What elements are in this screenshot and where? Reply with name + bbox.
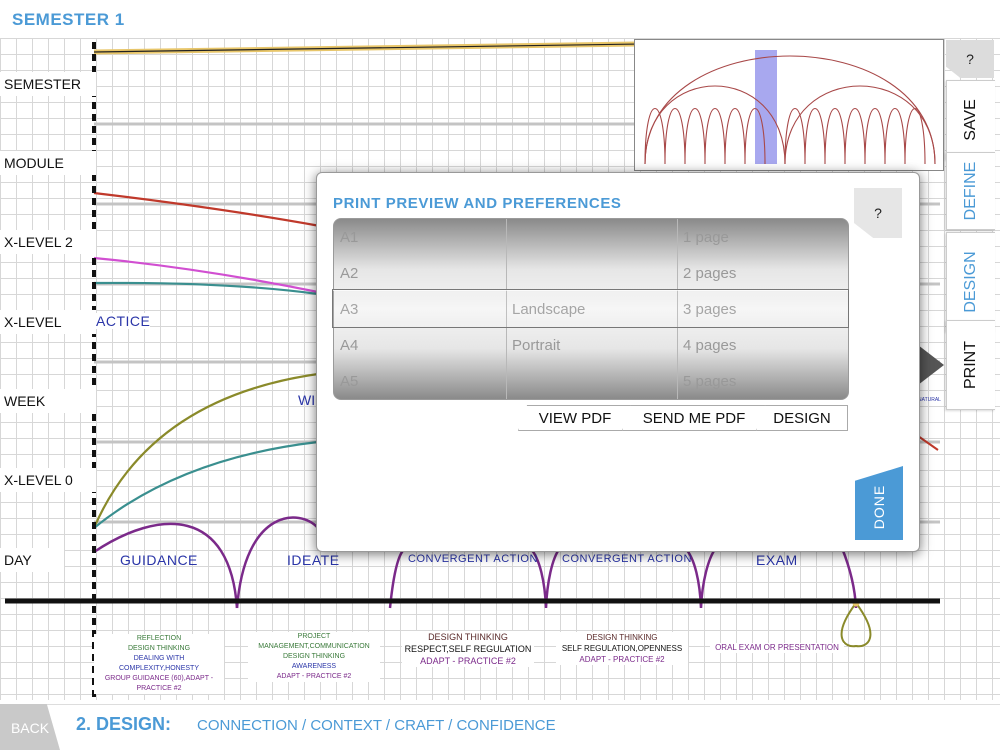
level-label-day: DAY [0,548,64,572]
phase-label: CONVERGENT ACTION [408,553,538,565]
picker-option[interactable]: 4 pages [683,337,736,354]
design-button[interactable]: DESIGN [756,405,848,431]
send-pdf-button[interactable]: SEND ME PDF [622,405,766,431]
page-title: SEMESTER 1 [12,10,125,29]
picker-option[interactable]: Portrait [512,337,560,354]
level-label-module: MODULE [0,151,96,175]
header-bar [0,0,1000,39]
phase-label: CONVERGENT ACTION [562,553,692,565]
module-curve [93,191,321,228]
phase-label: GUIDANCE [120,552,198,568]
practice-label: ACTICE [96,313,151,329]
phase-label: IDEATE [287,552,340,568]
picker-option[interactable]: A5 [340,373,358,390]
phase-note: REFLECTION DESIGN THINKING DEALING WITH … [94,634,224,694]
view-pdf-button[interactable]: VIEW PDF [518,405,632,431]
level-label-week: WEEK [0,389,96,413]
tab-save[interactable]: SAVE [946,80,995,160]
minimap-curves [644,50,936,165]
level-label-xlevel2: X-LEVEL 2 [0,230,96,254]
week-label: WI [298,392,316,408]
natural-label: NATURAL [918,397,941,403]
picker-option[interactable]: A2 [340,265,358,282]
level-label-semester: SEMESTER [0,72,96,96]
level-label-xlevel0: X-LEVEL 0 [0,468,96,492]
picker-option[interactable]: 2 pages [683,265,736,282]
picker-option[interactable]: A4 [340,337,358,354]
minimap-viewport [755,50,777,164]
picker-selection-band [332,289,849,328]
phase-note: ORAL EXAM OR PRESENTATION [710,643,844,653]
tab-print[interactable]: PRINT [946,320,995,410]
picker-option[interactable]: 5 pages [683,373,736,390]
step-title: 2. DESIGN: [76,714,172,734]
xlevel2-curve [93,256,319,294]
step-subtitle: CONNECTION / CONTEXT / CRAFT / CONFIDENC… [197,717,556,734]
tab-define[interactable]: DEFINE [946,152,995,230]
picker-option[interactable]: 1 page [683,229,729,246]
exam-loop [840,602,872,648]
xlevel0-curve [93,440,319,529]
level-label-xlevel: X-LEVEL [0,310,96,334]
picker-option[interactable]: A1 [340,229,358,246]
tab-design[interactable]: DESIGN [946,232,995,332]
print-pointer-icon [918,345,944,385]
minimap[interactable] [634,39,944,171]
phase-note: DESIGN THINKING SELF REGULATION,OPENNESS… [556,632,688,665]
phase-note: DESIGN THINKING RESPECT,SELF REGULATION … [402,631,534,667]
help-tab[interactable]: ? [946,40,994,78]
phase-note: PROJECT MANAGEMENT,COMMUNICATION DESIGN … [248,632,380,682]
phase-label: EXAM [756,552,798,568]
dialog-title: PRINT PREVIEW AND PREFERENCES [333,195,622,212]
